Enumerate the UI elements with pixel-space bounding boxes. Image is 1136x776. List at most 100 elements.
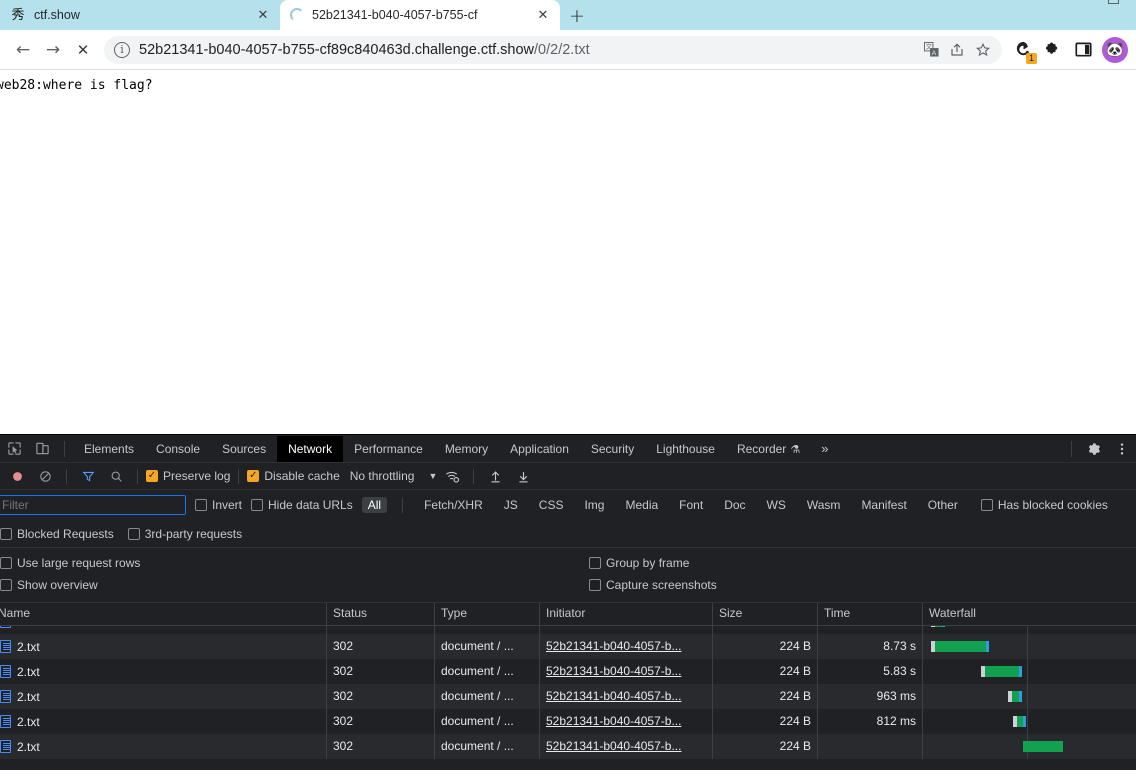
request-name-cell[interactable]: 2.txt — [0, 684, 327, 709]
request-initiator[interactable]: 52b21341-b040-4057-b... — [540, 634, 713, 659]
column-header-type[interactable]: Type — [435, 603, 540, 625]
browser-tab-ctfshow[interactable]: 秀 ctf.show ✕ — [0, 0, 280, 30]
show-overview-checkbox[interactable]: Show overview — [0, 578, 589, 592]
site-info-icon[interactable]: i — [114, 41, 130, 58]
device-toolbar-icon[interactable] — [28, 436, 56, 462]
translate-icon[interactable]: 文A — [918, 38, 944, 62]
type-filter-manifest[interactable]: Manifest — [855, 497, 912, 513]
capture-screenshots-checkbox[interactable]: Capture screenshots — [589, 578, 717, 592]
request-initiator[interactable]: 52b21341-b040-4057-b... — [540, 734, 713, 759]
initiator-link[interactable]: 52b21341-b040-4057-b... — [546, 639, 681, 653]
type-filter-media[interactable]: Media — [619, 497, 664, 513]
initiator-link[interactable]: 52b21341-b040-4057-b... — [546, 664, 681, 678]
close-icon[interactable]: ✕ — [532, 4, 554, 26]
tab-recorder[interactable]: Recorder ⚗ — [726, 436, 811, 462]
column-header-status[interactable]: Status — [327, 603, 435, 625]
page-body-text: web28:where is flag? — [0, 78, 153, 93]
disable-cache-checkbox[interactable]: ✓ Disable cache — [247, 469, 340, 483]
requests-table-body[interactable]: 2.txt 302 document / ... Other 224 B 802… — [0, 626, 1136, 770]
extension-icon[interactable]: 1 — [1008, 35, 1038, 65]
type-filter-other[interactable]: Other — [922, 497, 964, 513]
tab-performance[interactable]: Performance — [343, 436, 434, 462]
puzzle-piece-icon[interactable] — [1038, 35, 1068, 65]
side-panel-icon[interactable] — [1068, 35, 1098, 65]
profile-avatar[interactable]: 🐼 — [1102, 36, 1128, 63]
group-by-frame-checkbox[interactable]: Group by frame — [589, 556, 689, 570]
request-name-cell[interactable]: 2.txt — [0, 626, 327, 634]
type-filter-font[interactable]: Font — [673, 497, 709, 513]
gear-icon[interactable] — [1080, 436, 1108, 462]
third-party-requests-checkbox[interactable]: 3rd-party requests — [127, 527, 242, 541]
tab-application[interactable]: Application — [499, 436, 580, 462]
tab-sources[interactable]: Sources — [211, 436, 277, 462]
clear-button-icon[interactable] — [32, 465, 58, 487]
table-row[interactable]: 2.txt 302 document / ... 52b21341-b040-4… — [0, 734, 1136, 759]
type-filter-fetch-xhr[interactable]: Fetch/XHR — [418, 497, 489, 513]
export-har-icon[interactable] — [510, 465, 536, 487]
has-blocked-cookies-checkbox[interactable]: Has blocked cookies — [980, 498, 1108, 512]
table-row[interactable]: 2.txt 302 document / ... 52b21341-b040-4… — [0, 634, 1136, 659]
column-header-waterfall[interactable]: Waterfall — [923, 603, 1136, 625]
type-filter-wasm[interactable]: Wasm — [801, 497, 847, 513]
request-initiator[interactable]: 52b21341-b040-4057-b... — [540, 659, 713, 684]
tab-memory[interactable]: Memory — [434, 436, 499, 462]
request-name-cell[interactable]: 2.txt — [0, 659, 327, 684]
column-header-initiator[interactable]: Initiator — [540, 603, 713, 625]
table-row[interactable]: 2.txt 302 document / ... 52b21341-b040-4… — [0, 659, 1136, 684]
more-panels-icon[interactable]: » — [811, 441, 838, 456]
table-row[interactable]: 2.txt 302 document / ... Other 224 B 802… — [0, 626, 1136, 634]
close-icon[interactable]: ✕ — [252, 4, 274, 26]
back-button[interactable]: ← — [8, 35, 38, 65]
tab-network[interactable]: Network — [277, 435, 344, 462]
import-har-icon[interactable] — [482, 465, 508, 487]
more-options-icon[interactable] — [1108, 436, 1136, 462]
filter-funnel-icon[interactable] — [75, 465, 101, 487]
network-conditions-icon[interactable] — [439, 465, 465, 487]
initiator-link[interactable]: 52b21341-b040-4057-b... — [546, 714, 681, 728]
column-header-name[interactable]: Name — [0, 603, 327, 625]
address-bar[interactable]: i 52b21341-b040-4057-b755-cf89c840463d.c… — [104, 35, 1002, 64]
request-type: document / ... — [435, 684, 540, 709]
type-filter-all[interactable]: All — [361, 497, 388, 513]
browser-tab-challenge[interactable]: 52b21341-b040-4057-b755-cf ✕ — [280, 0, 560, 30]
record-button-icon[interactable] — [4, 465, 30, 487]
tab-lighthouse[interactable]: Lighthouse — [645, 436, 726, 462]
search-icon[interactable] — [103, 465, 129, 487]
request-name-cell[interactable]: 2.txt — [0, 709, 327, 734]
tab-console[interactable]: Console — [145, 436, 211, 462]
use-large-request-rows-checkbox[interactable]: Use large request rows — [0, 556, 589, 570]
forward-button[interactable]: → — [38, 35, 68, 65]
request-name-cell[interactable]: 2.txt — [0, 634, 327, 659]
request-name-cell[interactable]: 2.txt — [0, 734, 327, 759]
inspect-element-icon[interactable] — [0, 436, 28, 462]
preserve-log-checkbox[interactable]: ✓ Preserve log — [146, 469, 230, 483]
hide-data-urls-checkbox[interactable]: Hide data URLs — [251, 498, 353, 512]
initiator-link[interactable]: 52b21341-b040-4057-b... — [546, 689, 681, 703]
waterfall-end-segment — [1019, 666, 1022, 677]
filter-input[interactable] — [0, 495, 186, 515]
window-minimize-button[interactable] — [1090, 0, 1136, 6]
tab-elements[interactable]: Elements — [73, 436, 145, 462]
new-tab-button[interactable]: + — [560, 2, 594, 30]
table-row[interactable]: 2.txt 302 document / ... 52b21341-b040-4… — [0, 709, 1136, 734]
tab-security[interactable]: Security — [580, 436, 645, 462]
type-filter-css[interactable]: CSS — [533, 497, 570, 513]
column-header-size[interactable]: Size — [713, 603, 818, 625]
type-filter-doc[interactable]: Doc — [718, 497, 751, 513]
bookmark-star-icon[interactable] — [970, 38, 996, 62]
initiator-link[interactable]: 52b21341-b040-4057-b... — [546, 739, 681, 753]
waterfall-end-segment — [986, 641, 989, 652]
address-bar-url: 52b21341-b040-4057-b755-cf89c840463d.cha… — [139, 42, 918, 58]
request-initiator[interactable]: 52b21341-b040-4057-b... — [540, 684, 713, 709]
stop-loading-button[interactable]: ✕ — [68, 35, 98, 65]
table-row[interactable]: 2.txt 302 document / ... 52b21341-b040-4… — [0, 684, 1136, 709]
request-initiator[interactable]: 52b21341-b040-4057-b... — [540, 709, 713, 734]
type-filter-ws[interactable]: WS — [761, 497, 792, 513]
share-icon[interactable] — [944, 38, 970, 62]
type-filter-img[interactable]: Img — [578, 497, 610, 513]
column-header-time[interactable]: Time — [818, 603, 923, 625]
blocked-requests-checkbox[interactable]: Blocked Requests — [0, 527, 114, 541]
invert-checkbox[interactable]: Invert — [195, 498, 242, 512]
throttling-dropdown[interactable]: No throttling ▼ — [342, 469, 438, 483]
type-filter-js[interactable]: JS — [498, 497, 524, 513]
